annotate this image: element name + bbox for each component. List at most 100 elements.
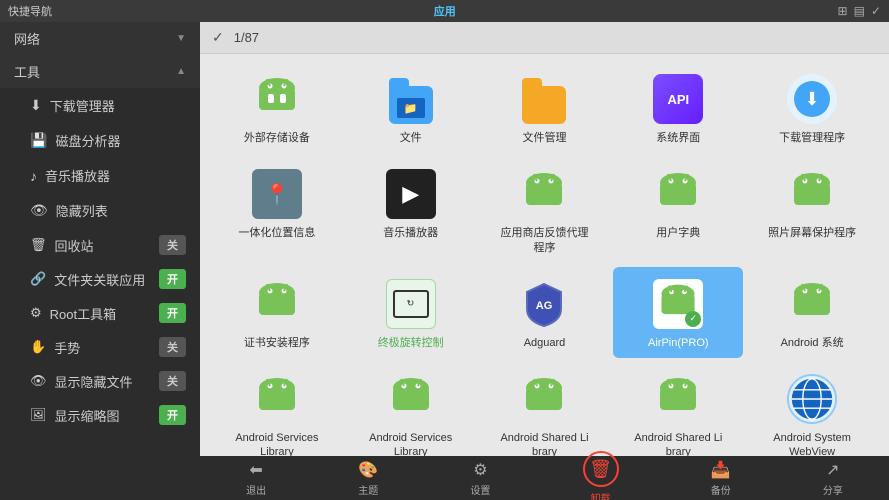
- app-store-proxy-icon: [517, 167, 571, 221]
- list-item[interactable]: 用户字典: [613, 157, 743, 263]
- list-item[interactable]: ✓ AirPin(PRO): [613, 267, 743, 358]
- link-icon: 🔗: [30, 271, 46, 287]
- recycle-toggle[interactable]: 关: [159, 235, 186, 255]
- android-shared-lib2-icon: [651, 372, 705, 426]
- gesture-toggle[interactable]: 关: [159, 337, 186, 357]
- app-label: 文件: [400, 131, 422, 145]
- check-icon[interactable]: ✓: [871, 4, 881, 18]
- list-item[interactable]: ▶ 音乐播放器: [346, 157, 476, 263]
- app-label: 照片屏幕保护程序: [768, 226, 856, 240]
- location-icon: 📍: [250, 167, 304, 221]
- app-label: 下载管理程序: [779, 131, 845, 145]
- app-label: Android Shared Library: [633, 431, 723, 456]
- theme-icon: 🎨: [358, 460, 378, 480]
- app-label: 系统界面: [656, 131, 700, 145]
- adguard-icon: AG: [517, 277, 571, 331]
- android-services-lib2-icon: [384, 372, 438, 426]
- list-item[interactable]: Android Shared Library: [480, 362, 610, 456]
- backup-button[interactable]: 📥 备份: [699, 456, 743, 500]
- app-label: 外部存储设备: [244, 131, 310, 145]
- music-icon: ♪: [30, 168, 37, 184]
- show-thumbnails-toggle[interactable]: 开: [159, 405, 186, 425]
- android-services-lib1-icon: [250, 372, 304, 426]
- user-dict-icon: [651, 167, 705, 221]
- list-item[interactable]: AG Adguard: [480, 267, 610, 358]
- music-app-icon: ▶: [384, 167, 438, 221]
- sidebar-item-disk-analyzer[interactable]: 💾 磁盘分析器: [0, 123, 200, 158]
- root-toggle[interactable]: 开: [159, 303, 186, 323]
- sidebar-item-show-hidden[interactable]: 👁 显示隐藏文件 关: [0, 364, 200, 398]
- sidebar: 网络 ▼ 工具 ▲ ⬇ 下载管理器 💾 磁盘分析器 ♪ 音乐播放器 👁 隐藏列表…: [0, 22, 200, 500]
- list-item[interactable]: Android Services Library: [346, 362, 476, 456]
- main-layout: 网络 ▼ 工具 ▲ ⬇ 下载管理器 💾 磁盘分析器 ♪ 音乐播放器 👁 隐藏列表…: [0, 22, 889, 500]
- trash-circle-icon: 🗑: [589, 459, 612, 480]
- exit-icon: ⬅: [249, 460, 262, 480]
- list-item[interactable]: Android System WebView: [747, 362, 877, 456]
- share-label: 分享: [823, 482, 843, 497]
- trash-icon: 🗑: [30, 237, 47, 253]
- settings-icon: ⚙: [473, 460, 487, 480]
- share-icon: ↗: [826, 460, 839, 480]
- uninstall-label: 卸载: [591, 490, 611, 500]
- list-item[interactable]: API 系统界面: [613, 62, 743, 153]
- app-label: Android Services Library: [366, 431, 456, 456]
- list-item[interactable]: 📍 一体化位置信息: [212, 157, 342, 263]
- sidebar-item-hidden-list[interactable]: 👁 隐藏列表: [0, 193, 200, 228]
- exit-button[interactable]: ⬅ 退出: [234, 456, 278, 500]
- list-item[interactable]: 文件管理: [480, 62, 610, 153]
- top-bar-title: 快捷导航: [8, 3, 52, 19]
- page-counter: 1/87: [234, 30, 259, 45]
- app-label: 文件管理: [522, 131, 566, 145]
- list-icon[interactable]: ▤: [854, 4, 865, 18]
- app-label: Adguard: [524, 336, 566, 350]
- airpin-icon: ✓: [651, 277, 705, 331]
- list-item[interactable]: 应用商店反馈代理程序: [480, 157, 610, 263]
- backup-label: 备份: [711, 482, 731, 497]
- list-item[interactable]: ⬇ 下载管理程序: [747, 62, 877, 153]
- exit-label: 退出: [246, 482, 266, 497]
- grid-icon[interactable]: ⊞: [838, 4, 848, 18]
- app-label: AirPin(PRO): [648, 336, 709, 350]
- android-system-webview-icon: [785, 372, 839, 426]
- top-bar-right: ⊞ ▤ ✓: [838, 4, 881, 18]
- theme-button[interactable]: 🎨 主题: [346, 456, 390, 500]
- list-item[interactable]: Android Services Library: [212, 362, 342, 456]
- sidebar-item-music-player[interactable]: ♪ 音乐播放器: [0, 158, 200, 193]
- svg-text:AG: AG: [536, 300, 553, 312]
- sidebar-item-root-tools[interactable]: ⚙ Root工具箱 开: [0, 296, 200, 330]
- folder-assoc-toggle[interactable]: 开: [159, 269, 186, 289]
- top-bar: 快捷导航 应用 ⊞ ▤ ✓: [0, 0, 889, 22]
- chevron-down-icon: ▼: [176, 33, 186, 44]
- list-item[interactable]: Android Shared Library: [613, 362, 743, 456]
- share-button[interactable]: ↗ 分享: [811, 456, 855, 500]
- sidebar-item-download-manager[interactable]: ⬇ 下载管理器: [0, 88, 200, 123]
- app-label: Android System WebView: [767, 431, 857, 456]
- list-item[interactable]: 📁 文件: [346, 62, 476, 153]
- external-storage-icon: [250, 72, 304, 126]
- list-item[interactable]: ↻ 终极旋转控制: [346, 267, 476, 358]
- android-system-icon: [785, 277, 839, 331]
- sidebar-item-gesture[interactable]: ✋ 手势 关: [0, 330, 200, 364]
- disk-icon: 💾: [30, 132, 47, 149]
- screensaver-icon: [785, 167, 839, 221]
- sidebar-item-recycle-bin[interactable]: 🗑 回收站 关: [0, 228, 200, 262]
- list-item[interactable]: 外部存储设备: [212, 62, 342, 153]
- uninstall-button[interactable]: 🗑 卸载: [571, 447, 631, 500]
- app-label: 应用商店反馈代理程序: [499, 226, 589, 255]
- sidebar-section-network[interactable]: 网络 ▼: [0, 22, 200, 55]
- eye-icon: 👁: [30, 202, 48, 219]
- sidebar-item-folder-assoc[interactable]: 🔗 文件夹关联应用 开: [0, 262, 200, 296]
- system-ui-icon: API: [651, 72, 705, 126]
- cert-installer-icon: [250, 277, 304, 331]
- gesture-icon: ✋: [30, 339, 46, 355]
- show-hidden-toggle[interactable]: 关: [159, 371, 186, 391]
- list-item[interactable]: 证书安装程序: [212, 267, 342, 358]
- hidden-file-icon: 👁: [30, 373, 47, 389]
- sidebar-section-tools[interactable]: 工具 ▲: [0, 55, 200, 88]
- settings-button[interactable]: ⚙ 设置: [458, 456, 502, 500]
- sidebar-item-show-thumbnails[interactable]: 🖼 显示缩略图 开: [0, 398, 200, 432]
- list-item[interactable]: 照片屏幕保护程序: [747, 157, 877, 263]
- bottom-bar: ⬅ 退出 🎨 主题 ⚙ 设置 🗑 卸载 📥 备份 ↗: [200, 456, 889, 500]
- app-label: Android 系统: [781, 336, 844, 350]
- list-item[interactable]: Android 系统: [747, 267, 877, 358]
